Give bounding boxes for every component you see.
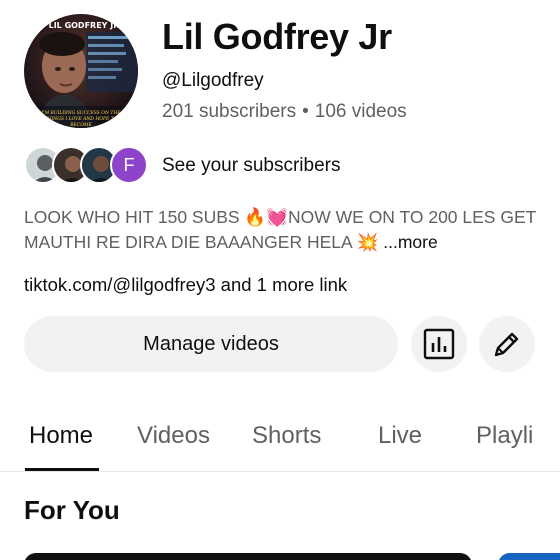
see-subscribers-row[interactable]: F See your subscribers (24, 144, 364, 186)
channel-avatar[interactable]: LIL GODFREY JR I'M BUILDING SUCCESS ON T… (24, 14, 138, 128)
see-subscribers-link[interactable]: See your subscribers (162, 155, 340, 177)
stats-separator: • (302, 101, 309, 122)
video-count: 106 videos (314, 101, 407, 122)
tab-shorts[interactable]: Shorts (252, 422, 321, 450)
svg-text:I'M BUILDING SUCCESS ON THE: I'M BUILDING SUCCESS ON THE (40, 110, 121, 116)
channel-name: Lil Godfrey Jr (162, 16, 392, 57)
edit-channel-button[interactable] (479, 316, 535, 372)
pencil-icon (494, 332, 519, 357)
channel-tabs: Home Videos Shorts Live Playli (0, 400, 560, 472)
tab-playlists[interactable]: Playli (476, 422, 533, 450)
channel-avatar-image: LIL GODFREY JR I'M BUILDING SUCCESS ON T… (24, 14, 138, 128)
svg-text:THINGS I LOVE AND HOPE TO: THINGS I LOVE AND HOPE TO (45, 116, 118, 122)
subscriber-avatars: F (24, 145, 150, 185)
channel-stats: 201 subscribers • 106 videos (162, 101, 407, 123)
description-text: LOOK WHO HIT 150 SUBS 🔥💓NOW WE ON TO 200… (24, 207, 536, 252)
subscriber-avatar-letter: F (110, 146, 148, 184)
tab-live[interactable]: Live (378, 422, 422, 450)
tab-videos[interactable]: Videos (137, 422, 210, 450)
active-tab-indicator (25, 468, 99, 471)
svg-text:BECOME: BECOME (69, 122, 92, 128)
avatar-caption-top: LIL GODFREY JR (49, 21, 120, 30)
subscriber-count: 201 subscribers (162, 101, 297, 122)
section-title-for-you: For You (24, 495, 120, 525)
manage-videos-button[interactable]: Manage videos (24, 316, 398, 372)
channel-handle: @Lilgodfrey (162, 70, 264, 91)
tab-home[interactable]: Home (29, 422, 93, 450)
channel-links[interactable]: tiktok.com/@lilgodfrey3 and 1 more link (24, 274, 347, 296)
channel-description[interactable]: LOOK WHO HIT 150 SUBS 🔥💓NOW WE ON TO 200… (24, 205, 544, 255)
video-card[interactable] (498, 553, 560, 560)
bar-chart-icon (423, 328, 455, 360)
description-more-link[interactable]: ...more (383, 232, 437, 252)
analytics-button[interactable] (411, 316, 467, 372)
video-card[interactable] (24, 553, 472, 560)
